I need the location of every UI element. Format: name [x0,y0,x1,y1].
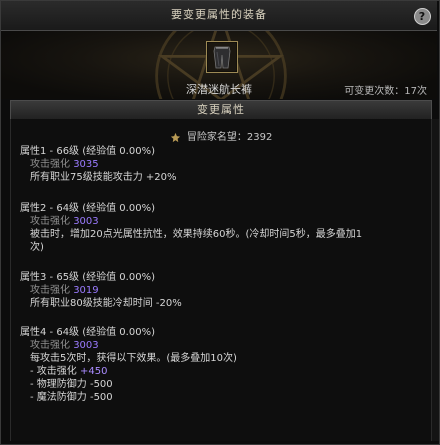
item-slot[interactable] [206,41,238,73]
attribute-2: 属性2 - 64级 (经验值 0.00%) 攻击强化 3003 被击时，增加20… [20,202,420,254]
attribute-desc: 每攻击5次时，获得以下效果。(最多叠加10次) [30,353,237,364]
attribute-head: 属性4 - 64级 (经验值 0.00%) [20,327,155,338]
attack-boost-value: 3003 [73,340,99,351]
effect-label: - 攻击强化 [30,366,80,377]
attribute-head: 属性2 - 64级 (经验值 0.00%) [20,203,155,214]
attribute-desc-line1: 被击时，增加20点光属性抗性，效果持续60秒。(冷却时间5秒，最多叠加1 [30,229,363,240]
fame-text: 冒险家名望：2392 [186,132,273,143]
attack-boost-value: 3019 [73,285,99,296]
item-banner: 深潜迷航长裤 可变更次数：17次 [1,31,437,99]
effect-line: - 魔法防御力 -500 [30,392,113,403]
attribute-desc: 所有职业75级技能攻击力 +20% [30,172,177,183]
attribute-3: 属性3 - 65级 (经验值 0.00%) 攻击强化 3019 所有职业80级技… [20,271,420,310]
attribute-head: 属性1 - 66级 (经验值 0.00%) [20,146,155,157]
fame-icon [170,132,180,142]
attack-boost-label: 攻击强化 [30,216,70,227]
attribute-1: 属性1 - 66级 (经验值 0.00%) 攻击强化 3035 所有职业75级技… [20,145,420,184]
pants-icon [208,43,236,71]
attribute-4: 属性4 - 64级 (经验值 0.00%) 攻击强化 3003 每攻击5次时，获… [20,326,420,404]
scrollbar[interactable] [432,119,439,441]
window-title: 要变更属性的装备 [171,8,267,21]
attribute-sub: 攻击强化 3035 [20,158,420,171]
help-icon[interactable]: ? [414,8,431,25]
attack-boost-value: 3003 [73,216,99,227]
window-titlebar: 要变更属性的装备 ? [1,1,437,31]
effect-line: - 攻击强化 +450 [20,365,420,378]
attribute-sub: 攻击强化 3003 [20,339,420,352]
attack-boost-label: 攻击强化 [30,159,70,170]
attack-boost-label: 攻击强化 [30,285,70,296]
attack-boost-value: 3035 [73,159,99,170]
effect-value: +450 [79,366,108,377]
attribute-desc-line2: 次) [30,242,44,253]
attributes-panel: 冒险家名望：2392 属性1 - 66级 (经验值 0.00%) 攻击强化 30… [10,119,432,441]
remaining-changes: 可变更次数：17次 [344,86,427,97]
section-header-change-attributes: 变更属性 [10,100,432,120]
section-title: 变更属性 [197,103,245,116]
attribute-head: 属性3 - 65级 (经验值 0.00%) [20,272,155,283]
adventurer-fame: 冒险家名望：2392 [11,128,431,143]
attack-boost-label: 攻击强化 [30,340,70,351]
attribute-sub: 攻击强化 3003 [20,215,420,228]
effect-line: - 物理防御力 -500 [30,379,113,390]
attribute-desc: 所有职业80级技能冷却时间 -20% [30,298,182,309]
attribute-sub: 攻击强化 3019 [20,284,420,297]
